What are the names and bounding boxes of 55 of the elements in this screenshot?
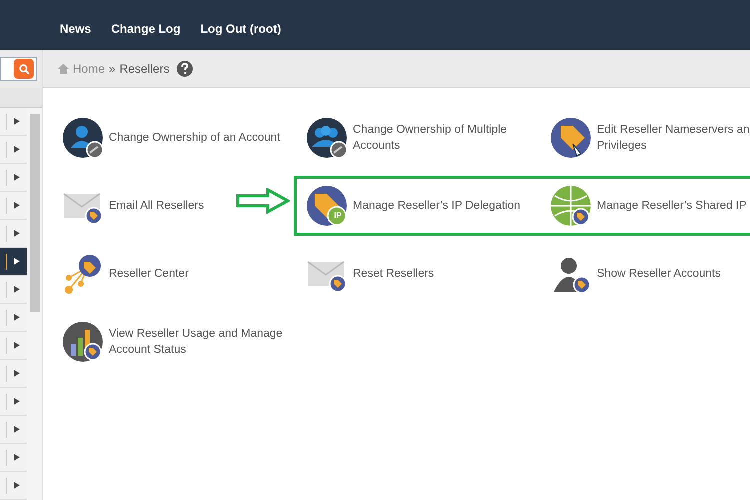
feature-label: Email All Resellers: [109, 199, 204, 214]
feature-link[interactable]: Email All Resellers: [63, 186, 204, 226]
sidebar-row[interactable]: [0, 248, 27, 276]
pointer-arrow-icon: [236, 188, 290, 214]
feature-link[interactable]: Manage Reseller’s Shared IP: [551, 186, 747, 226]
feature-link[interactable]: Edit Reseller Nameservers an Privileges: [551, 118, 750, 158]
expand-arrow-icon: [14, 370, 20, 377]
help-icon[interactable]: [176, 60, 193, 76]
feature-link[interactable]: Reset Resellers: [307, 254, 434, 294]
tag-pen-icon: [551, 118, 591, 158]
nav-link[interactable]: News: [60, 20, 92, 38]
feature-label: Edit Reseller Nameservers an Privileges: [597, 123, 750, 154]
expand-arrow-icon: [14, 146, 20, 153]
feature-label: Change Ownership of Multiple Accounts: [353, 123, 508, 154]
expand-arrow-icon: [14, 314, 20, 321]
expand-arrow-icon: [14, 342, 20, 349]
feature-link[interactable]: IP Manage Reseller’s IP Delegation: [307, 186, 520, 226]
feature-label: View Reseller Usage and Manage Account Status: [109, 327, 284, 358]
feature-link[interactable]: Change Ownership of Multiple Accounts: [307, 118, 551, 158]
breadcrumb-separator: »: [109, 60, 116, 78]
feature-link[interactable]: View Reseller Usage and Manage Account Status: [63, 322, 307, 362]
bar-chart-tag-icon: [63, 322, 103, 362]
feature-link[interactable]: Show Reseller Accounts: [551, 254, 722, 294]
nav-link[interactable]: Log Out (root): [200, 20, 282, 38]
expand-arrow-icon: [14, 398, 20, 405]
feature-label: Change Ownership of an Account: [109, 131, 280, 146]
users-key-icon: [307, 118, 347, 158]
feature-label: Show Reseller Accounts: [597, 267, 722, 282]
expand-arrow-icon: [14, 286, 20, 293]
network-tag-icon: [63, 254, 103, 294]
nav-link[interactable]: Change Log: [111, 20, 181, 38]
expand-arrow-icon: [14, 258, 20, 265]
feature-label: Reset Resellers: [353, 267, 434, 282]
search-field[interactable]: [0, 57, 37, 81]
scrollbar[interactable]: [27, 108, 42, 500]
feature-label: Manage Reseller’s Shared IP: [597, 199, 747, 214]
expand-arrow-icon: [14, 174, 20, 181]
breadcrumb-current: Resellers: [120, 60, 170, 78]
user-key-icon: [63, 118, 103, 158]
feature-label: Manage Reseller’s IP Delegation: [353, 199, 520, 214]
ip-badge-label: IP: [333, 210, 343, 222]
search-icon: [18, 64, 30, 74]
expand-arrow-icon: [14, 118, 20, 125]
expand-arrow-icon: [14, 482, 20, 489]
globe-tag-icon: [551, 186, 591, 226]
feature-link[interactable]: Reseller Center: [63, 254, 189, 294]
expand-arrow-icon: [14, 230, 20, 237]
expand-arrow-icon: [14, 454, 20, 461]
feature-link[interactable]: Change Ownership of an Account: [63, 118, 280, 158]
home-icon: [58, 64, 69, 74]
expand-arrow-icon: [14, 426, 20, 433]
feature-label: Reseller Center: [109, 267, 189, 282]
expand-arrow-icon: [14, 202, 20, 209]
search-button[interactable]: [14, 59, 34, 79]
tag-icon: [307, 186, 347, 226]
